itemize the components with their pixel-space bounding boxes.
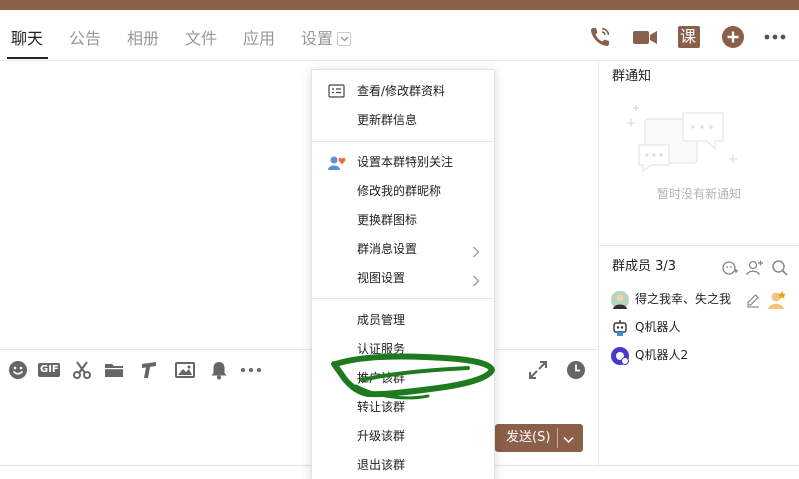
menu-item-label: 群消息设置	[357, 242, 418, 256]
folder-icon[interactable]	[104, 360, 124, 380]
menu-item-view-settings[interactable]: 视图设置	[312, 266, 496, 290]
member-item[interactable]: Q机器人	[611, 317, 796, 339]
menu-separator	[312, 298, 496, 299]
notice-empty-text: 暂时没有新通知	[656, 187, 741, 201]
video-call-icon[interactable]	[632, 25, 657, 49]
history-clock-icon[interactable]	[566, 360, 586, 380]
invite-members-icon[interactable]	[721, 259, 739, 277]
menu-item-label: 查看/修改群资料	[357, 84, 446, 98]
tab-settings[interactable]: 设置	[301, 29, 352, 49]
menu-item-label: 视图设置	[357, 271, 406, 285]
members-title: 群成员 3/3	[612, 259, 677, 274]
more-icon[interactable]	[763, 25, 787, 49]
menu-item-label: 更新群信息	[357, 113, 418, 127]
member-name: 得之我幸、失之我	[635, 292, 732, 306]
profile-card-icon	[328, 83, 346, 99]
member-name: Q机器人2	[635, 348, 689, 362]
send-button-label: 发送(S)	[506, 430, 551, 445]
menu-item-refresh-group-info[interactable]: 更新群信息	[312, 108, 496, 132]
tab-settings-label: 设置	[301, 29, 334, 48]
active-tab-underline	[7, 57, 48, 59]
tab-files[interactable]: 文件	[185, 29, 217, 49]
member-name: Q机器人	[635, 320, 681, 334]
header-actions: 课	[591, 10, 799, 61]
menu-item-member-management[interactable]: 成员管理	[312, 308, 496, 332]
class-icon-glyph: 课	[680, 27, 697, 46]
menu-item-view-group-profile[interactable]: 查看/修改群资料	[312, 79, 496, 103]
avatar	[611, 347, 629, 365]
tab-album[interactable]: 相册	[127, 29, 159, 49]
gif-icon[interactable]: GIF	[38, 360, 60, 380]
image-icon[interactable]	[175, 360, 195, 380]
input-toolbar: GIF	[0, 349, 598, 389]
menu-item-special-care[interactable]: 设置本群特别关注	[312, 150, 496, 174]
tab-announcement[interactable]: 公告	[69, 29, 101, 49]
chevron-right-icon	[472, 243, 480, 262]
right-panel: 群通知 暂时没有新通知 群成员 3/3 得之我幸、失之我 Q机器人 Q机器人2	[598, 61, 799, 465]
panel-divider	[599, 245, 799, 246]
menu-item-label: 成员管理	[357, 313, 406, 327]
chevron-right-icon	[472, 272, 480, 291]
menu-item-exit-group[interactable]: 退出该群	[312, 453, 496, 477]
menu-item-label: 升级该群	[357, 429, 406, 443]
menu-item-label: 设置本群特别关注	[357, 155, 454, 169]
group-owner-icon	[767, 290, 787, 314]
music-icon[interactable]	[139, 360, 159, 380]
member-item[interactable]: Q机器人2	[611, 345, 796, 367]
message-list[interactable]	[0, 61, 598, 349]
bell-icon[interactable]	[209, 360, 229, 380]
tab-chat[interactable]: 聊天	[11, 29, 43, 49]
send-button[interactable]: 发送(S)	[495, 424, 583, 452]
more-icon[interactable]	[240, 360, 262, 380]
chevron-down-icon[interactable]	[337, 31, 352, 46]
scissors-icon[interactable]	[72, 360, 92, 380]
menu-item-label: 修改我的群昵称	[357, 184, 442, 198]
class-icon[interactable]: 课	[677, 25, 701, 49]
add-member-icon[interactable]	[746, 259, 764, 277]
empty-notice-icon	[625, 101, 743, 183]
menu-separator	[312, 141, 496, 142]
gif-icon-text: GIF	[40, 364, 59, 375]
add-circle-icon[interactable]	[721, 25, 745, 49]
robot-icon	[611, 319, 629, 337]
tab-bar: 聊天 公告 相册 文件 应用 设置	[0, 10, 598, 61]
notice-title: 群通知	[612, 69, 652, 84]
menu-item-message-settings[interactable]: 群消息设置	[312, 237, 496, 261]
search-icon[interactable]	[771, 259, 789, 277]
emoji-icon[interactable]	[8, 360, 28, 380]
menu-item-change-group-icon[interactable]: 更换群图标	[312, 208, 496, 232]
annotation-scribble	[328, 350, 500, 418]
menu-item-edit-nickname[interactable]: 修改我的群昵称	[312, 179, 496, 203]
avatar	[611, 291, 629, 309]
expand-icon[interactable]	[528, 360, 548, 380]
special-care-icon	[328, 154, 346, 170]
menu-item-label: 更换群图标	[357, 213, 418, 227]
menu-item-label: 退出该群	[357, 458, 406, 472]
phone-icon[interactable]	[588, 25, 612, 49]
window-top-bar	[0, 0, 799, 10]
send-button-divider	[557, 428, 558, 448]
member-item[interactable]: 得之我幸、失之我	[611, 289, 796, 311]
edit-icon[interactable]	[745, 292, 761, 312]
menu-item-upgrade-group[interactable]: 升级该群	[312, 424, 496, 448]
chevron-down-icon[interactable]	[563, 433, 574, 448]
tab-apps[interactable]: 应用	[243, 29, 275, 49]
